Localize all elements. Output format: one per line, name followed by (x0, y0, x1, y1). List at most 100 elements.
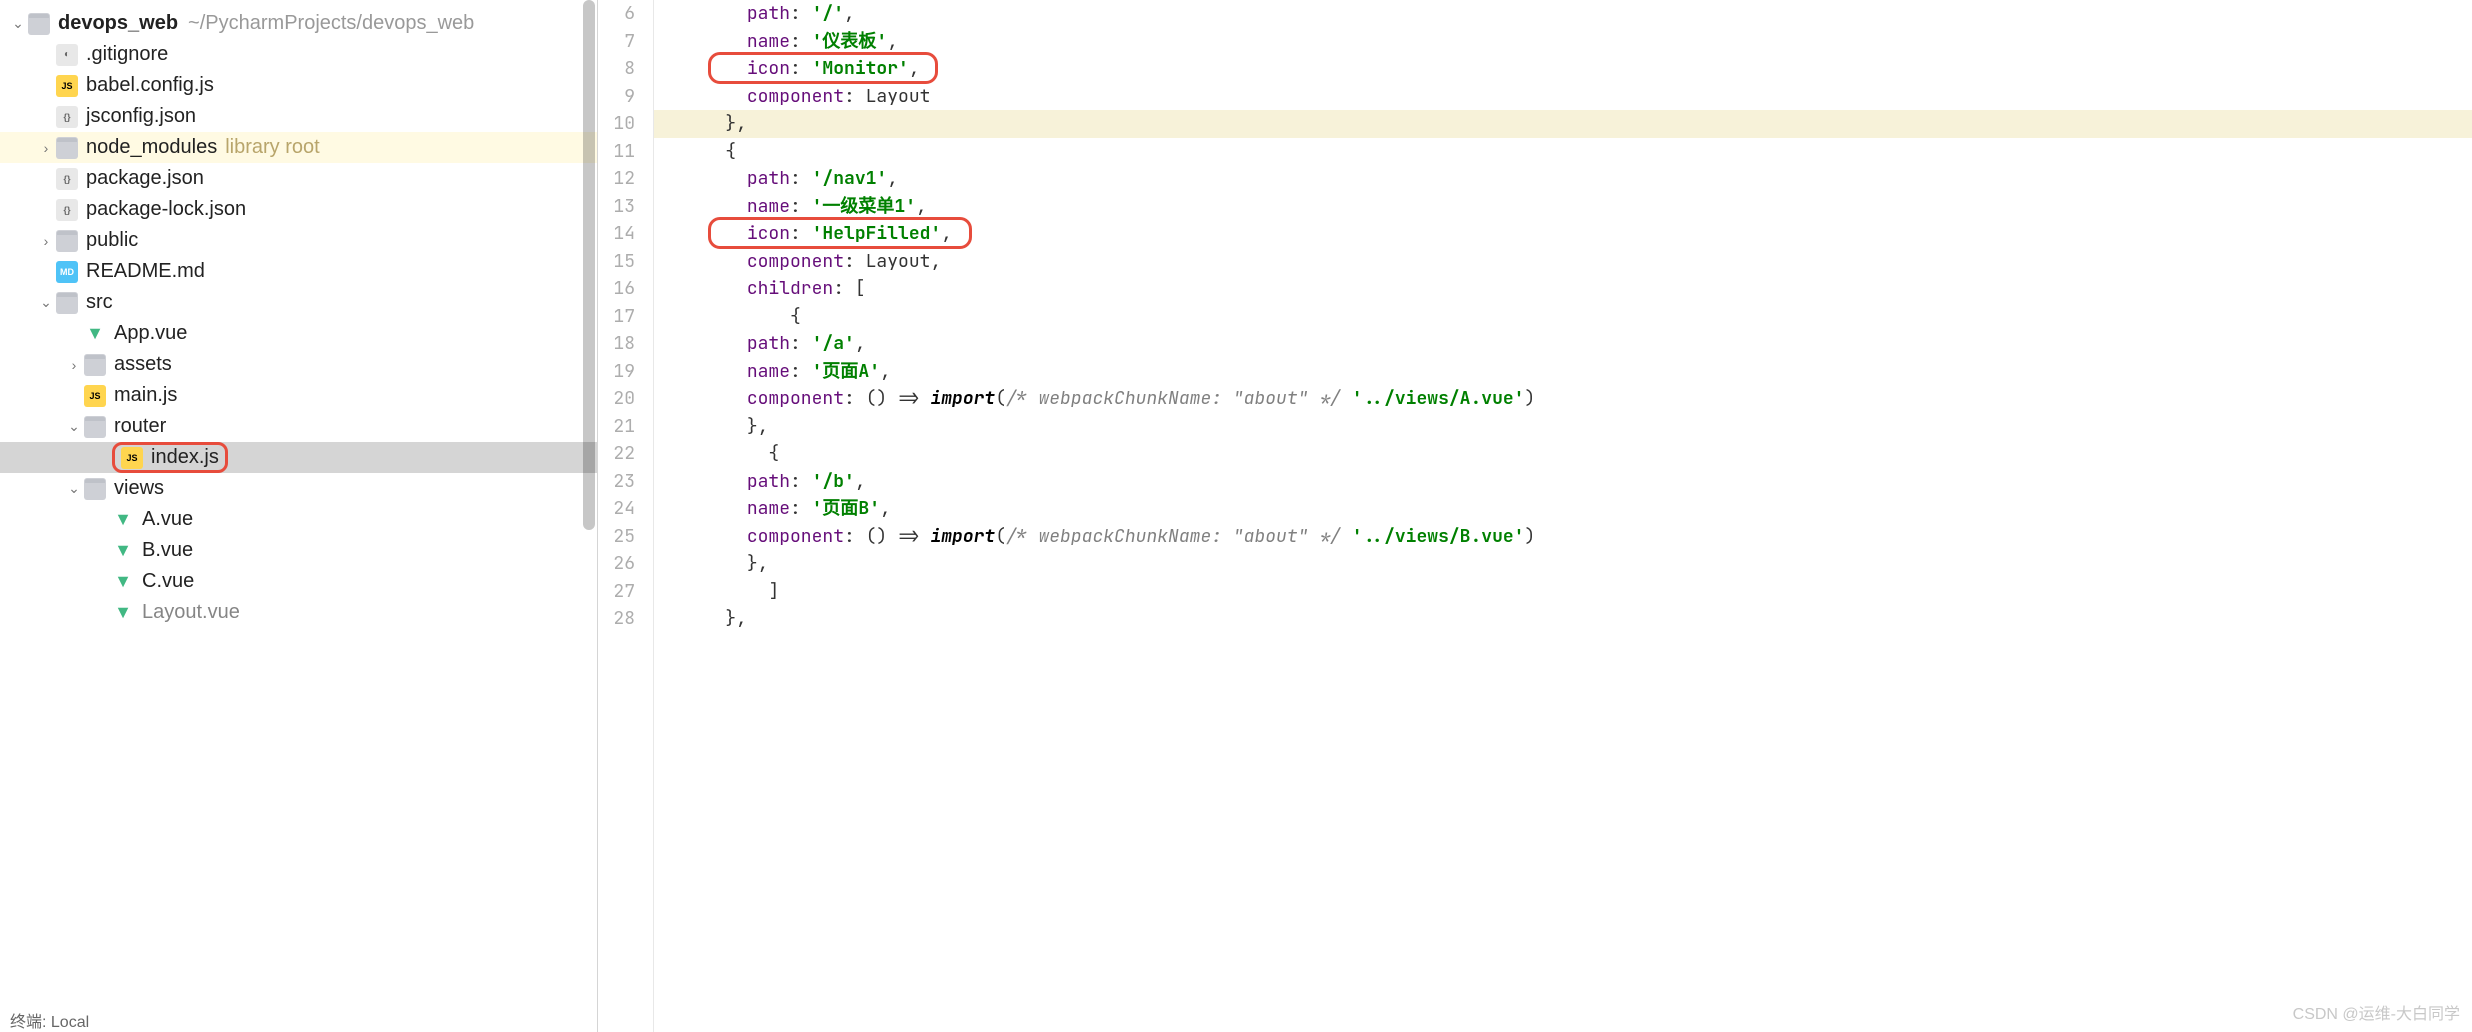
line-number[interactable]: 10 (598, 110, 635, 138)
line-number[interactable]: 12 (598, 165, 635, 193)
chevron-right-icon[interactable]: › (64, 357, 84, 373)
code-line-14[interactable]: icon: 'HelpFilled', (654, 220, 2472, 248)
tree-item-Layout-vue[interactable]: ▼ Layout.vue (0, 597, 597, 628)
library-root-badge: library root (225, 136, 319, 159)
code-line-20[interactable]: component: () => import(/* webpackChunkN… (654, 385, 2472, 413)
tree-item-devops-web[interactable]: ⌄devops_web~/PycharmProjects/devops_web (0, 8, 597, 39)
line-number[interactable]: 21 (598, 413, 635, 441)
line-number[interactable]: 6 (598, 0, 635, 28)
tree-item-views[interactable]: ⌄ views (0, 473, 597, 504)
line-number[interactable]: 16 (598, 275, 635, 303)
line-gutter: 6789101112131415161718192021222324252627… (598, 0, 654, 1032)
js-file-icon: JS (56, 75, 78, 97)
line-number[interactable]: 25 (598, 523, 635, 551)
tree-item-public[interactable]: › public (0, 225, 597, 256)
line-number[interactable]: 8 (598, 55, 635, 83)
tree-item-README-md[interactable]: MD README.md (0, 256, 597, 287)
line-number[interactable]: 23 (598, 468, 635, 496)
chevron-down-icon[interactable]: ⌄ (36, 294, 56, 311)
line-number[interactable]: 15 (598, 248, 635, 276)
line-number[interactable]: 22 (598, 440, 635, 468)
chevron-down-icon[interactable]: ⌄ (64, 418, 84, 435)
code-line-12[interactable]: path: '/nav1', (654, 165, 2472, 193)
code-line-7[interactable]: name: '仪表板', (654, 28, 2472, 56)
line-number[interactable]: 20 (598, 385, 635, 413)
tree-item-assets[interactable]: ›assets (0, 349, 597, 380)
tree-item-A-vue[interactable]: ▼A.vue (0, 504, 597, 535)
line-number[interactable]: 9 (598, 83, 635, 111)
file-label: package.json (86, 167, 204, 190)
code-line-28[interactable]: }, (654, 605, 2472, 633)
code-line-25[interactable]: component: () => import(/* webpackChunkN… (654, 523, 2472, 551)
md-file-icon: MD (56, 261, 78, 283)
terminal-footer[interactable]: 终端: Local (0, 1008, 89, 1032)
tree-item-package-json[interactable]: {}package.json (0, 163, 597, 194)
file-label: main.js (114, 384, 177, 407)
code-line-6[interactable]: path: '/', (654, 0, 2472, 28)
code-line-21[interactable]: }, (654, 413, 2472, 441)
tree-item-router[interactable]: ⌄ router (0, 411, 597, 442)
folder-file-icon (84, 416, 106, 438)
line-number[interactable]: 17 (598, 303, 635, 331)
tree-item-App-vue[interactable]: ▼ App.vue (0, 318, 597, 349)
chevron-right-icon[interactable]: › (36, 140, 56, 156)
project-sidebar[interactable]: ⌄devops_web~/PycharmProjects/devops_web◐… (0, 0, 598, 1032)
code-line-15[interactable]: component: Layout, (654, 248, 2472, 276)
file-label: router (114, 415, 166, 438)
code-line-8[interactable]: icon: 'Monitor', (654, 55, 2472, 83)
line-number[interactable]: 14 (598, 220, 635, 248)
file-label: public (86, 229, 138, 252)
tree-item-package-lock-json[interactable]: {}package-lock.json (0, 194, 597, 225)
code-line-24[interactable]: name: '页面B', (654, 495, 2472, 523)
sidebar-scrollbar[interactable] (583, 0, 595, 530)
file-label: src (86, 291, 113, 314)
line-number[interactable]: 13 (598, 193, 635, 221)
vue-file-icon: ▼ (84, 323, 106, 345)
tree-item-main-js[interactable]: JSmain.js (0, 380, 597, 411)
file-label: Layout.vue (142, 601, 240, 624)
tree-item-B-vue[interactable]: ▼B.vue (0, 535, 597, 566)
code-line-23[interactable]: path: '/b', (654, 468, 2472, 496)
file-label: README.md (86, 260, 205, 283)
tree-item-node-modules[interactable]: › node_modules library root (0, 132, 597, 163)
line-number[interactable]: 18 (598, 330, 635, 358)
line-number[interactable]: 7 (598, 28, 635, 56)
line-number[interactable]: 24 (598, 495, 635, 523)
tree-item--gitignore[interactable]: ◐ .gitignore (0, 39, 597, 70)
code-line-9[interactable]: component: Layout (654, 83, 2472, 111)
file-label: B.vue (142, 539, 193, 562)
code-line-10[interactable]: }, (654, 110, 2472, 138)
code-line-27[interactable]: ] (654, 578, 2472, 606)
tree-item-jsconfig-json[interactable]: {}jsconfig.json (0, 101, 597, 132)
folder-file-icon (84, 478, 106, 500)
code-line-26[interactable]: }, (654, 550, 2472, 578)
code-line-17[interactable]: { (654, 303, 2472, 331)
tree-item-index-js[interactable]: JSindex.js (0, 442, 597, 473)
tree-item-babel-config-js[interactable]: JSbabel.config.js (0, 70, 597, 101)
code-line-19[interactable]: name: '页面A', (654, 358, 2472, 386)
line-number[interactable]: 19 (598, 358, 635, 386)
git-file-icon: ◐ (56, 44, 78, 66)
code-line-11[interactable]: { (654, 138, 2472, 166)
code-line-13[interactable]: name: '一级菜单1', (654, 193, 2472, 221)
file-label: .gitignore (86, 43, 168, 66)
line-number[interactable]: 28 (598, 605, 635, 633)
code-line-16[interactable]: children: [ (654, 275, 2472, 303)
line-number[interactable]: 27 (598, 578, 635, 606)
line-number[interactable]: 11 (598, 138, 635, 166)
chevron-down-icon[interactable]: ⌄ (64, 480, 84, 497)
chevron-down-icon[interactable]: ⌄ (8, 15, 28, 32)
file-label: A.vue (142, 508, 193, 531)
file-label: App.vue (114, 322, 187, 345)
tree-item-src[interactable]: ⌄ src (0, 287, 597, 318)
code-area[interactable]: path: '/', name: '仪表板', icon: 'Monitor',… (654, 0, 2472, 1032)
code-line-18[interactable]: path: '/a', (654, 330, 2472, 358)
chevron-right-icon[interactable]: › (36, 233, 56, 249)
code-line-22[interactable]: { (654, 440, 2472, 468)
vue-file-icon: ▼ (112, 602, 134, 624)
tree-item-C-vue[interactable]: ▼C.vue (0, 566, 597, 597)
line-number[interactable]: 26 (598, 550, 635, 578)
file-label: node_modules (86, 136, 217, 159)
code-editor[interactable]: 6789101112131415161718192021222324252627… (598, 0, 2472, 1032)
file-label: views (114, 477, 164, 500)
